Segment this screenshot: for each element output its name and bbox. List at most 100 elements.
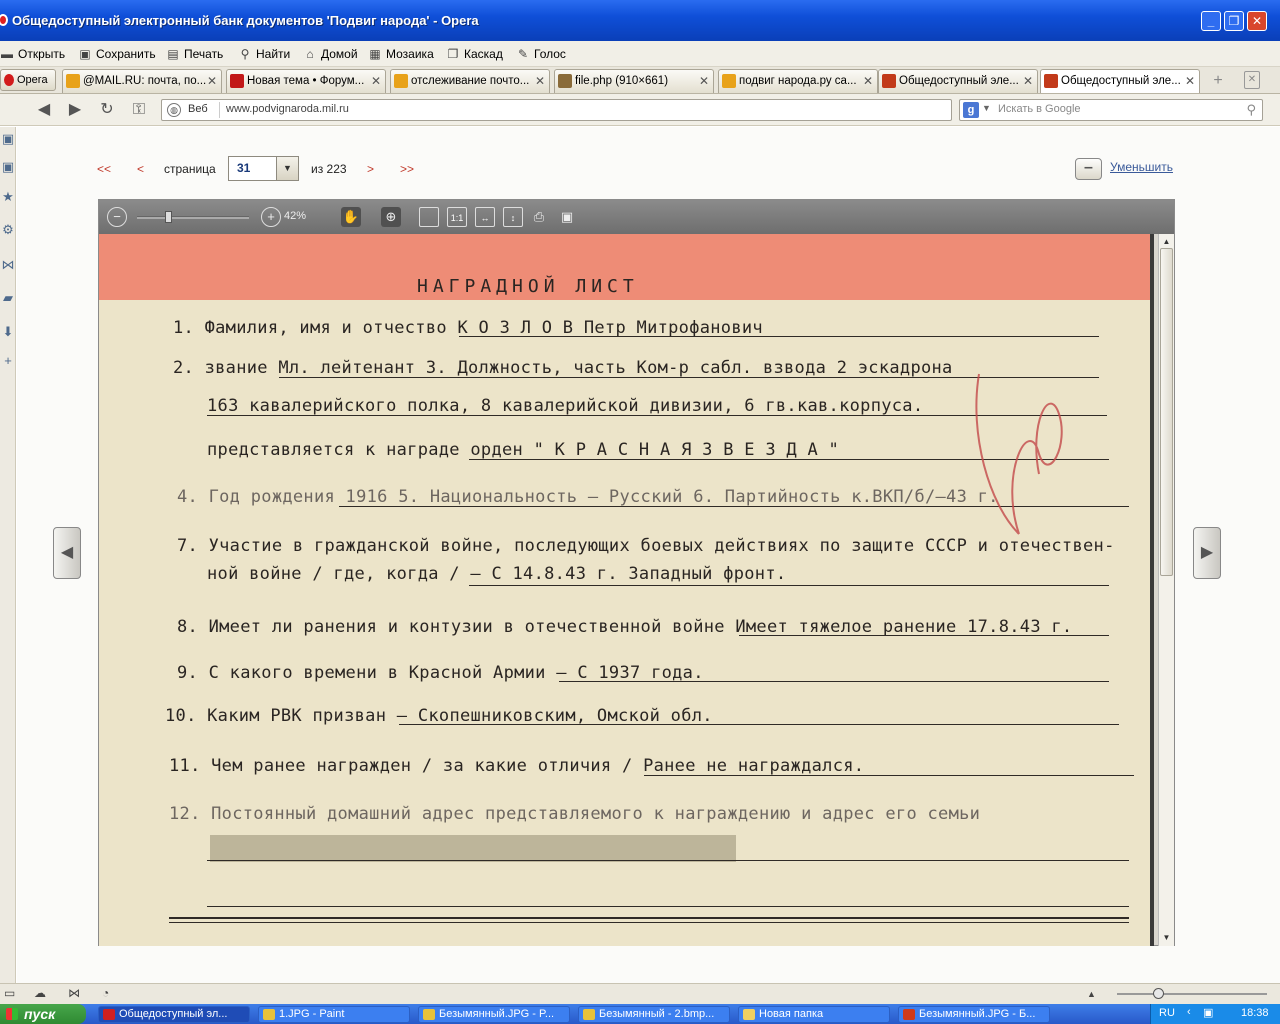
notes-icon[interactable]: ▰ xyxy=(0,290,16,306)
doc-line-5: 4. Год рождения 1916 5. Национальность –… xyxy=(177,487,999,507)
bookmarks-icon[interactable]: ▣ xyxy=(0,131,16,147)
menu-save[interactable]: ▣ Сохранить xyxy=(78,44,155,64)
google-icon[interactable]: g xyxy=(963,102,979,118)
url-field[interactable]: ◍ Веб www.podvignaroda.mil.ru xyxy=(161,99,952,121)
chevron-down-icon[interactable]: ▼ xyxy=(982,103,991,113)
scroll-thumb[interactable] xyxy=(1160,248,1173,576)
fit-page-icon[interactable] xyxy=(419,207,439,227)
actual-size-icon[interactable]: 1:1 xyxy=(447,207,467,227)
maximize-button[interactable]: ❐ xyxy=(1224,11,1244,31)
document-image[interactable]: НАГРАДНОЙ ЛИСТ 1. Фамилия, имя и отчеств… xyxy=(99,234,1154,946)
minimize-button[interactable]: _ xyxy=(1201,11,1221,31)
tab-close-icon[interactable]: ✕ xyxy=(1023,70,1033,92)
scroll-up-icon[interactable]: ▲ xyxy=(1159,234,1174,249)
zoom-slider[interactable] xyxy=(137,211,249,223)
taskbar-item-paint-2[interactable]: Безымянный.JPG - P... xyxy=(418,1006,570,1023)
start-button[interactable]: пуск xyxy=(0,1004,86,1024)
tab-close-icon[interactable]: ✕ xyxy=(371,70,381,92)
magnifier-tool-icon[interactable]: ⊕ xyxy=(381,207,401,227)
doc-line-12: 12. Постоянный домашний адрес представля… xyxy=(169,804,981,824)
zoom-minus-icon[interactable]: − xyxy=(107,207,127,227)
prev-image-button[interactable]: ◀ xyxy=(53,527,81,579)
menu-tile[interactable]: ▦ Мозаика xyxy=(368,44,433,64)
tab-file-php[interactable]: file.php (910×661) ✕ xyxy=(554,69,714,93)
menu-find[interactable]: ⚲ Найти xyxy=(238,44,291,64)
redacted-address-block xyxy=(210,835,736,862)
last-page-link[interactable]: >> xyxy=(400,157,414,181)
url-text[interactable]: www.podvignaroda.mil.ru xyxy=(226,103,349,115)
panel-toggle-icon[interactable]: ▭ xyxy=(4,986,15,1000)
new-tab-button[interactable]: + xyxy=(1207,71,1229,91)
taskbar-item-opera[interactable]: Общедоступный эл... xyxy=(98,1006,250,1023)
opera-icon xyxy=(103,1009,115,1020)
zoom-knob[interactable] xyxy=(1153,988,1164,999)
downloads-icon[interactable]: ⬇ xyxy=(0,324,16,340)
taskbar-item-label: Безымянный.JPG - Б... xyxy=(919,1008,1036,1020)
cloud-icon[interactable]: ☁ xyxy=(34,986,46,1000)
search-field[interactable]: g ▼ Искать в Google ⚲ xyxy=(959,99,1263,121)
hand-tool-icon[interactable]: ✋ xyxy=(341,207,361,227)
opera-menu-button[interactable]: Opera xyxy=(0,69,56,91)
view-toggle-icon[interactable]: ▲ xyxy=(1087,989,1096,999)
star-icon[interactable]: ★ xyxy=(0,189,16,205)
search-icon[interactable]: ⚲ xyxy=(1246,102,1256,118)
menu-voice[interactable]: ✎ Голос xyxy=(516,44,566,64)
unite-icon[interactable]: ⋈ xyxy=(0,257,16,273)
menu-open[interactable]: ▬ Открыть xyxy=(0,44,65,64)
print-icon[interactable]: ⎙ xyxy=(529,207,549,227)
first-page-link[interactable]: << xyxy=(97,157,111,181)
tab-mail[interactable]: @MAIL.RU: почта, по... ✕ xyxy=(62,69,222,93)
add-panel-icon[interactable]: + xyxy=(0,353,16,368)
turbo-icon[interactable]: ◔ xyxy=(102,986,109,1000)
tab-close-icon[interactable]: ✕ xyxy=(699,70,709,92)
red-pencil-mark xyxy=(975,373,1063,535)
widgets-icon[interactable]: ▣ xyxy=(0,159,16,175)
page-number[interactable]: 31 xyxy=(237,161,250,175)
language-indicator[interactable]: RU xyxy=(1159,1007,1175,1019)
mail-favicon-icon xyxy=(66,74,80,88)
viewer-scrollbar[interactable]: ▲ ▼ xyxy=(1158,234,1174,946)
scroll-down-icon[interactable]: ▼ xyxy=(1159,930,1174,945)
menu-cascade[interactable]: ❐ Каскад xyxy=(446,44,503,64)
tab-obd-1[interactable]: Общедоступный эле... ✕ xyxy=(878,69,1038,93)
tab-obd-active[interactable]: Общедоступный эле... ✕ xyxy=(1040,69,1200,93)
taskbar-item-paint-1[interactable]: 1.JPG - Paint xyxy=(258,1006,410,1023)
wand-key-icon[interactable]: ⚿ xyxy=(128,100,150,120)
zoom-plus-icon[interactable]: + xyxy=(261,207,281,227)
back-button[interactable]: ◀ xyxy=(33,100,55,120)
zoom-out-link[interactable]: Уменьшить xyxy=(1110,160,1173,174)
taskbar-item-paint-3[interactable]: Безымянный - 2.bmp... xyxy=(578,1006,730,1023)
fit-height-icon[interactable]: ↕ xyxy=(503,207,523,227)
gear-icon[interactable]: ⚙ xyxy=(0,222,16,238)
next-image-button[interactable]: ▶ xyxy=(1193,527,1221,579)
fit-width-icon[interactable]: ↔ xyxy=(475,207,495,227)
page-select[interactable]: 31 ▼ xyxy=(228,156,299,181)
menu-print[interactable]: ▤ Печать xyxy=(166,44,223,64)
next-page-link[interactable]: > xyxy=(367,157,374,181)
tab-podvig-search[interactable]: подвиг народа.ру са... ✕ xyxy=(718,69,878,93)
doc-line-8: 8. Имеет ли ранения и контузии в отечест… xyxy=(177,617,1073,637)
reload-button[interactable]: ↻ xyxy=(96,100,118,120)
taskbar-item-folder[interactable]: Новая папка xyxy=(738,1006,890,1023)
chevron-down-icon[interactable]: ▼ xyxy=(276,157,298,180)
document-viewer: − + 42% ✋ ⊕ 1:1 ↔ ↕ ⎙ ▣ НАГРАДНОЙ ЛИСТ 1… xyxy=(98,199,1175,946)
close-window-button[interactable]: ✕ xyxy=(1247,11,1267,31)
network-icon[interactable]: ▣ xyxy=(1203,1006,1213,1019)
zoom-slider-thumb[interactable] xyxy=(165,211,172,223)
forward-button[interactable]: ▶ xyxy=(64,100,86,120)
taskbar-item-viewer[interactable]: Безымянный.JPG - Б... xyxy=(898,1006,1050,1023)
zoom-slider-status[interactable] xyxy=(1117,988,1267,999)
tab-tracking[interactable]: отслеживание почто... ✕ xyxy=(390,69,550,93)
tab-close-icon[interactable]: ✕ xyxy=(1185,70,1195,92)
zoom-out-button[interactable]: – xyxy=(1075,158,1102,180)
prev-page-link[interactable]: < xyxy=(137,157,144,181)
tray-expand-icon[interactable]: ‹ xyxy=(1187,1006,1191,1018)
tab-close-icon[interactable]: ✕ xyxy=(535,70,545,92)
tab-close-icon[interactable]: ✕ xyxy=(207,70,217,92)
menu-home[interactable]: ⌂ Домой xyxy=(303,44,357,64)
save-icon[interactable]: ▣ xyxy=(557,207,577,227)
share-icon[interactable]: ⋈ xyxy=(68,986,80,1000)
tab-forum[interactable]: Новая тема • Форум... ✕ xyxy=(226,69,386,93)
closed-tabs-trash-icon[interactable]: ✕ xyxy=(1244,71,1260,89)
tab-close-icon[interactable]: ✕ xyxy=(863,70,873,92)
